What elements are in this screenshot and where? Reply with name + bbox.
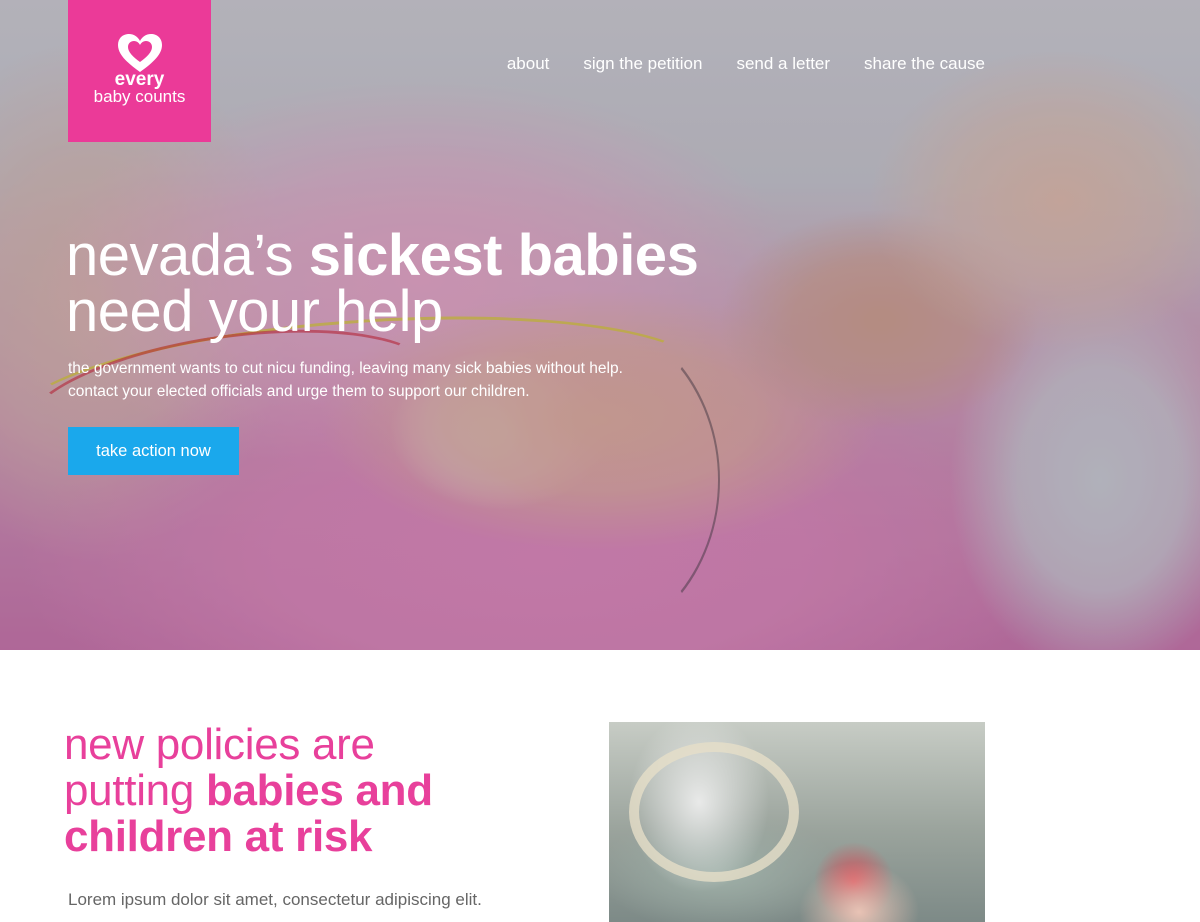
hero-section: every baby counts about sign the petitio…: [0, 0, 1200, 650]
logo-text-baby-counts: baby counts: [93, 87, 186, 106]
nav-share-the-cause[interactable]: share the cause: [864, 54, 985, 74]
nav-send-a-letter[interactable]: send a letter: [736, 54, 830, 74]
heart-icon: [117, 34, 162, 72]
hero-subtext-line-2: contact your elected officials and urge …: [68, 383, 530, 400]
policies-heading-line-3: children at risk: [64, 812, 373, 861]
policies-body-text: Lorem ipsum dolor sit amet, consectetur …: [68, 890, 482, 909]
take-action-now-button[interactable]: take action now: [68, 427, 239, 475]
policies-heading: new policies are putting babies and chil…: [64, 722, 433, 860]
policies-heading-light: putting: [64, 766, 206, 815]
incubator-porthole: [629, 742, 799, 882]
hero-subtext: the government wants to cut nicu funding…: [68, 357, 748, 403]
hero-headline: nevada’s sickest babies need your help: [66, 227, 699, 344]
nicu-incubator-photo: [609, 722, 985, 922]
hero-subtext-line-1: the government wants to cut nicu funding…: [68, 360, 623, 377]
nav-sign-the-petition[interactable]: sign the petition: [583, 54, 702, 74]
policies-heading-line-1: new policies are: [64, 720, 375, 769]
policies-heading-bold: babies and: [205, 766, 433, 815]
hero-headline-line-2: need your help: [66, 279, 443, 344]
logo-text-every: every: [114, 69, 165, 90]
hero-headline-line-1: nevada’s sickest babies: [66, 227, 699, 285]
logo[interactable]: every baby counts: [68, 0, 211, 142]
nav-about[interactable]: about: [507, 54, 550, 74]
policies-section: new policies are putting babies and chil…: [0, 650, 1200, 922]
policies-heading-line-2: putting babies and: [64, 768, 433, 814]
main-nav: about sign the petition send a letter sh…: [507, 54, 985, 74]
